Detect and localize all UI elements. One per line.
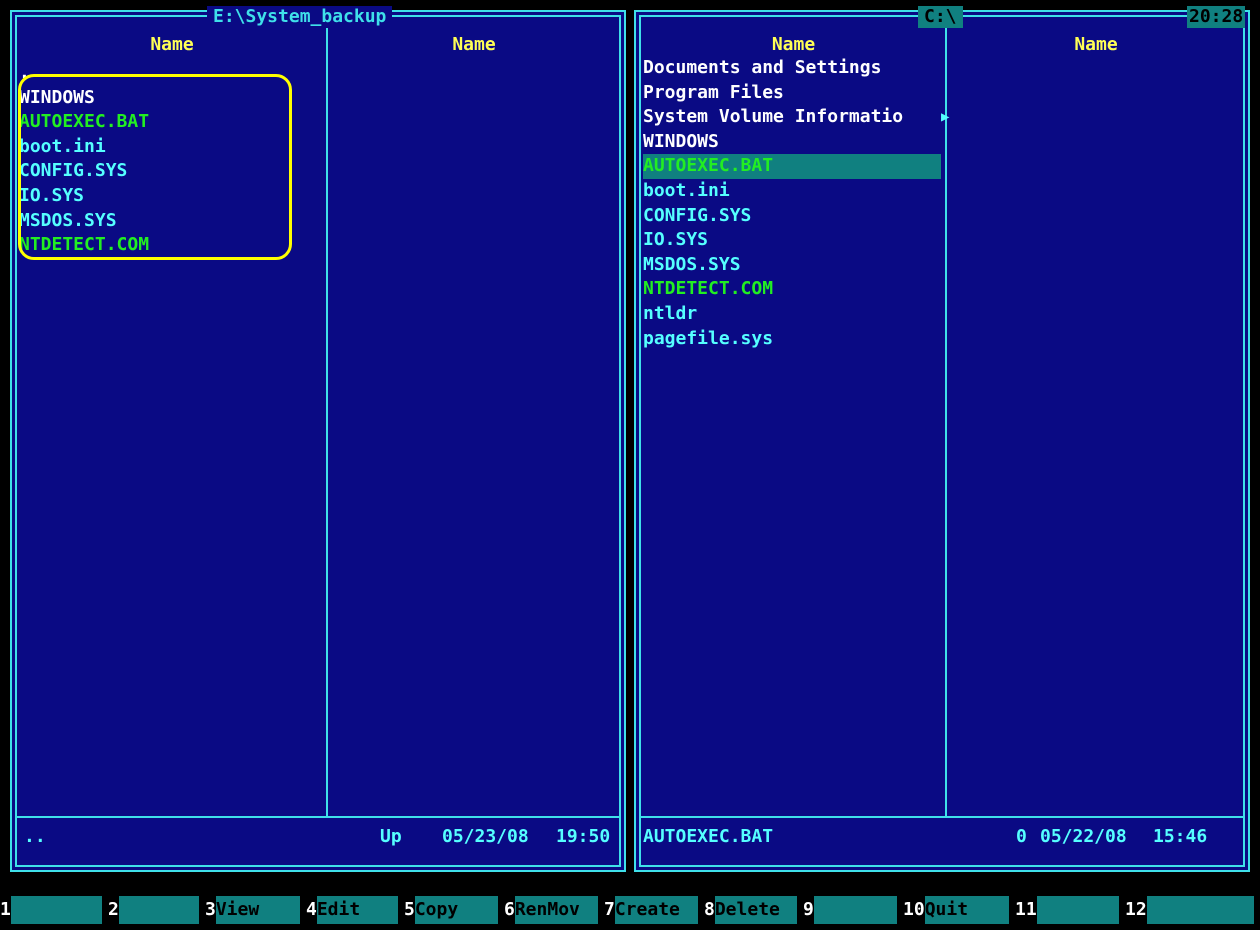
function-key-4[interactable]: 4Edit bbox=[306, 896, 398, 924]
status-time: 15:46 bbox=[1153, 826, 1208, 847]
file-entry[interactable]: Program Files bbox=[643, 81, 941, 106]
function-key-8[interactable]: 8Delete bbox=[704, 896, 797, 924]
function-key-label: Create bbox=[614, 896, 698, 924]
file-entry[interactable]: WINDOWS bbox=[19, 86, 319, 111]
function-key-label bbox=[10, 896, 102, 924]
file-list: . WINDOWS AUTOEXEC.BAT boot.ini CONFIG.SYS IO… bbox=[19, 61, 319, 258]
function-key-label: Quit bbox=[924, 896, 1009, 924]
file-entry[interactable]: IO.SYS bbox=[643, 228, 941, 253]
function-key-number: 11 bbox=[1015, 899, 1037, 920]
status-date: 05/22/08 bbox=[1040, 826, 1127, 847]
column-separator bbox=[326, 16, 328, 816]
function-key-6[interactable]: 6RenMov bbox=[504, 896, 598, 924]
function-key-number: 6 bbox=[504, 899, 515, 920]
file-entry[interactable]: NTDETECT.COM bbox=[19, 233, 319, 258]
file-entry[interactable]: System Volume Informatio bbox=[643, 105, 941, 130]
function-key-11[interactable]: 11 bbox=[1015, 896, 1119, 924]
file-entry[interactable]: CONFIG.SYS bbox=[643, 204, 941, 229]
function-key-label bbox=[1036, 896, 1119, 924]
status-size: Up bbox=[380, 826, 402, 847]
panel-path-title: C:\ bbox=[918, 6, 963, 28]
left-panel[interactable]: E:\System_backup Name Name . WINDOWS AUTOE… bbox=[10, 6, 626, 872]
column-header-name[interactable]: Name bbox=[947, 34, 1245, 55]
file-entry[interactable]: . bbox=[19, 61, 319, 86]
file-entry[interactable]: ntldr bbox=[643, 302, 941, 327]
panel-path-title: E:\System_backup bbox=[207, 6, 393, 28]
column-separator bbox=[945, 16, 947, 816]
function-key-number: 4 bbox=[306, 899, 317, 920]
file-entry[interactable]: CONFIG.SYS bbox=[19, 159, 319, 184]
function-key-2[interactable]: 2 bbox=[108, 896, 199, 924]
file-entry[interactable]: WINDOWS bbox=[643, 130, 941, 155]
function-key-bar: 1 2 3View 4Edit 5Copy 6RenMov 7Create 8Delete 9 1… bbox=[0, 896, 1260, 924]
function-key-number: 1 bbox=[0, 899, 11, 920]
function-key-label bbox=[813, 896, 897, 924]
status-time: 19:50 bbox=[556, 826, 611, 847]
column-header-name[interactable]: Name bbox=[642, 34, 945, 55]
file-entry[interactable]: Documents and Settings bbox=[643, 56, 941, 81]
function-key-number: 8 bbox=[704, 899, 715, 920]
function-key-label: Edit bbox=[316, 896, 398, 924]
status-divider bbox=[639, 816, 1245, 818]
status-size: 0 bbox=[1016, 826, 1027, 847]
function-key-number: 2 bbox=[108, 899, 119, 920]
file-entry[interactable]: MSDOS.SYS bbox=[643, 253, 941, 278]
status-date: 05/23/08 bbox=[442, 826, 529, 847]
file-entry[interactable]: NTDETECT.COM bbox=[643, 277, 941, 302]
status-divider bbox=[15, 816, 621, 818]
function-key-number: 9 bbox=[803, 899, 814, 920]
file-entry[interactable]: boot.ini bbox=[643, 179, 941, 204]
function-key-7[interactable]: 7Create bbox=[604, 896, 698, 924]
file-entry[interactable]: pagefile.sys bbox=[643, 327, 941, 352]
function-key-label: RenMov bbox=[514, 896, 598, 924]
file-entry[interactable]: AUTOEXEC.BAT bbox=[19, 110, 319, 135]
clock: 20:28 bbox=[1187, 6, 1246, 28]
file-entry[interactable]: AUTOEXEC.BAT bbox=[643, 154, 941, 179]
function-key-9[interactable]: 9 bbox=[803, 896, 897, 924]
status-filename: .. bbox=[24, 826, 46, 847]
status-filename: AUTOEXEC.BAT bbox=[643, 826, 774, 847]
function-key-label bbox=[118, 896, 199, 924]
function-key-3[interactable]: 3View bbox=[205, 896, 300, 924]
file-entry[interactable]: MSDOS.SYS bbox=[19, 209, 319, 234]
function-key-1[interactable]: 1 bbox=[0, 896, 102, 924]
truncation-arrow-icon: ▶ bbox=[941, 109, 950, 126]
function-key-number: 10 bbox=[903, 899, 925, 920]
function-key-label bbox=[1146, 896, 1254, 924]
function-key-number: 3 bbox=[205, 899, 216, 920]
function-key-number: 12 bbox=[1125, 899, 1147, 920]
file-entry[interactable]: IO.SYS bbox=[19, 184, 319, 209]
function-key-5[interactable]: 5Copy bbox=[404, 896, 498, 924]
column-header-name[interactable]: Name bbox=[328, 34, 620, 55]
function-key-12[interactable]: 12 bbox=[1125, 896, 1254, 924]
function-key-label: View bbox=[215, 896, 300, 924]
function-key-number: 5 bbox=[404, 899, 415, 920]
column-header-name[interactable]: Name bbox=[18, 34, 326, 55]
function-key-number: 7 bbox=[604, 899, 615, 920]
function-key-label: Copy bbox=[414, 896, 498, 924]
right-panel[interactable]: C:\ 20:28 Name Name Documents and Settin… bbox=[634, 6, 1250, 872]
file-list: Documents and Settings Program Files Syste… bbox=[643, 56, 941, 351]
function-key-label: Delete bbox=[714, 896, 797, 924]
function-key-10[interactable]: 10Quit bbox=[903, 896, 1009, 924]
file-entry[interactable]: boot.ini bbox=[19, 135, 319, 160]
